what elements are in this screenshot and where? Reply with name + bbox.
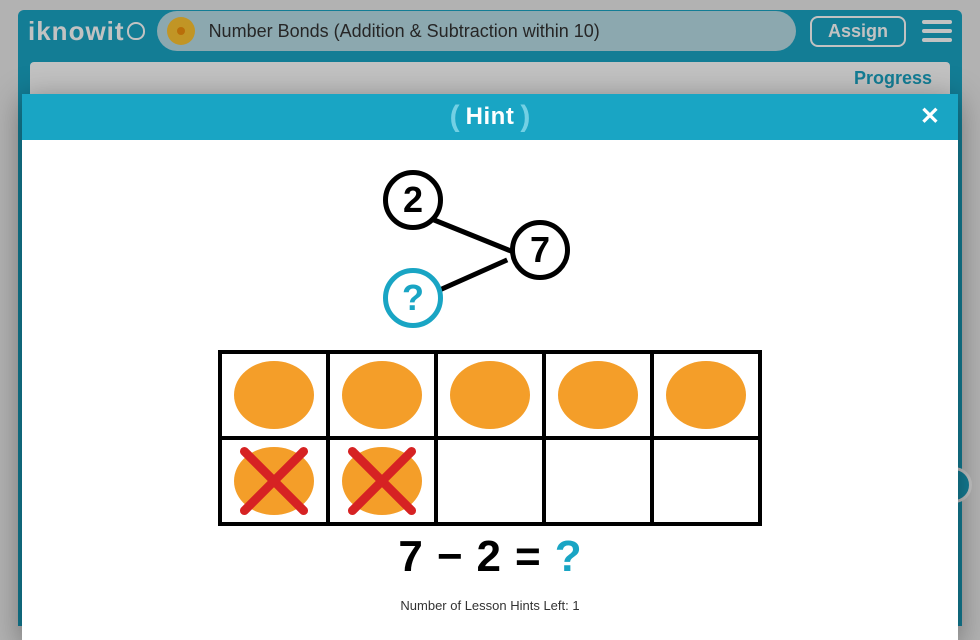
ten-frame-cell (546, 354, 654, 440)
hint-modal: ( Hint ) ✕ 2 7 ? 7 − 2 = ? (22, 94, 958, 640)
ten-frame-cell (546, 440, 654, 526)
paren-right-icon: ) (514, 100, 536, 134)
bond-whole-value: 7 (530, 229, 550, 271)
cross-out-icon (345, 444, 419, 518)
hints-remaining: Number of Lesson Hints Left: 1 (400, 598, 579, 613)
counter-dot-icon (234, 361, 314, 429)
bond-part-a-value: 2 (403, 179, 423, 221)
ten-frame-cell (438, 354, 546, 440)
ten-frame-cell (330, 440, 438, 526)
ten-frame-cell (222, 440, 330, 526)
bond-node-part-a: 2 (383, 170, 443, 230)
ten-frame-cell (654, 440, 762, 526)
bond-edge-left (422, 213, 515, 254)
counter-dot-icon (342, 361, 422, 429)
ten-frame-cell (222, 354, 330, 440)
bond-node-part-b: ? (383, 268, 443, 328)
bond-part-b-value: ? (402, 277, 424, 319)
modal-body: 2 7 ? 7 − 2 = ? Number of Lesson Hints L… (22, 140, 958, 640)
bond-node-whole: 7 (510, 220, 570, 280)
close-icon[interactable]: ✕ (920, 102, 940, 131)
cross-out-icon (237, 444, 311, 518)
equation-eq: = (515, 532, 541, 582)
equation-b: 2 (477, 532, 501, 582)
ten-frame-cell (654, 354, 762, 440)
equation-answer: ? (555, 532, 582, 582)
paren-left-icon: ( (444, 100, 466, 134)
counter-dot-icon (450, 361, 530, 429)
ten-frame-cell (438, 440, 546, 526)
hint-equation: 7 − 2 = ? (398, 532, 581, 582)
modal-header: ( Hint ) ✕ (22, 94, 958, 140)
equation-a: 7 (398, 532, 422, 582)
number-bond-diagram: 2 7 ? (355, 158, 625, 338)
counter-dot-icon (558, 361, 638, 429)
ten-frame (218, 350, 762, 526)
counter-dot-icon (666, 361, 746, 429)
ten-frame-cell (330, 354, 438, 440)
modal-title: Hint (466, 103, 515, 131)
equation-op: − (437, 532, 463, 582)
